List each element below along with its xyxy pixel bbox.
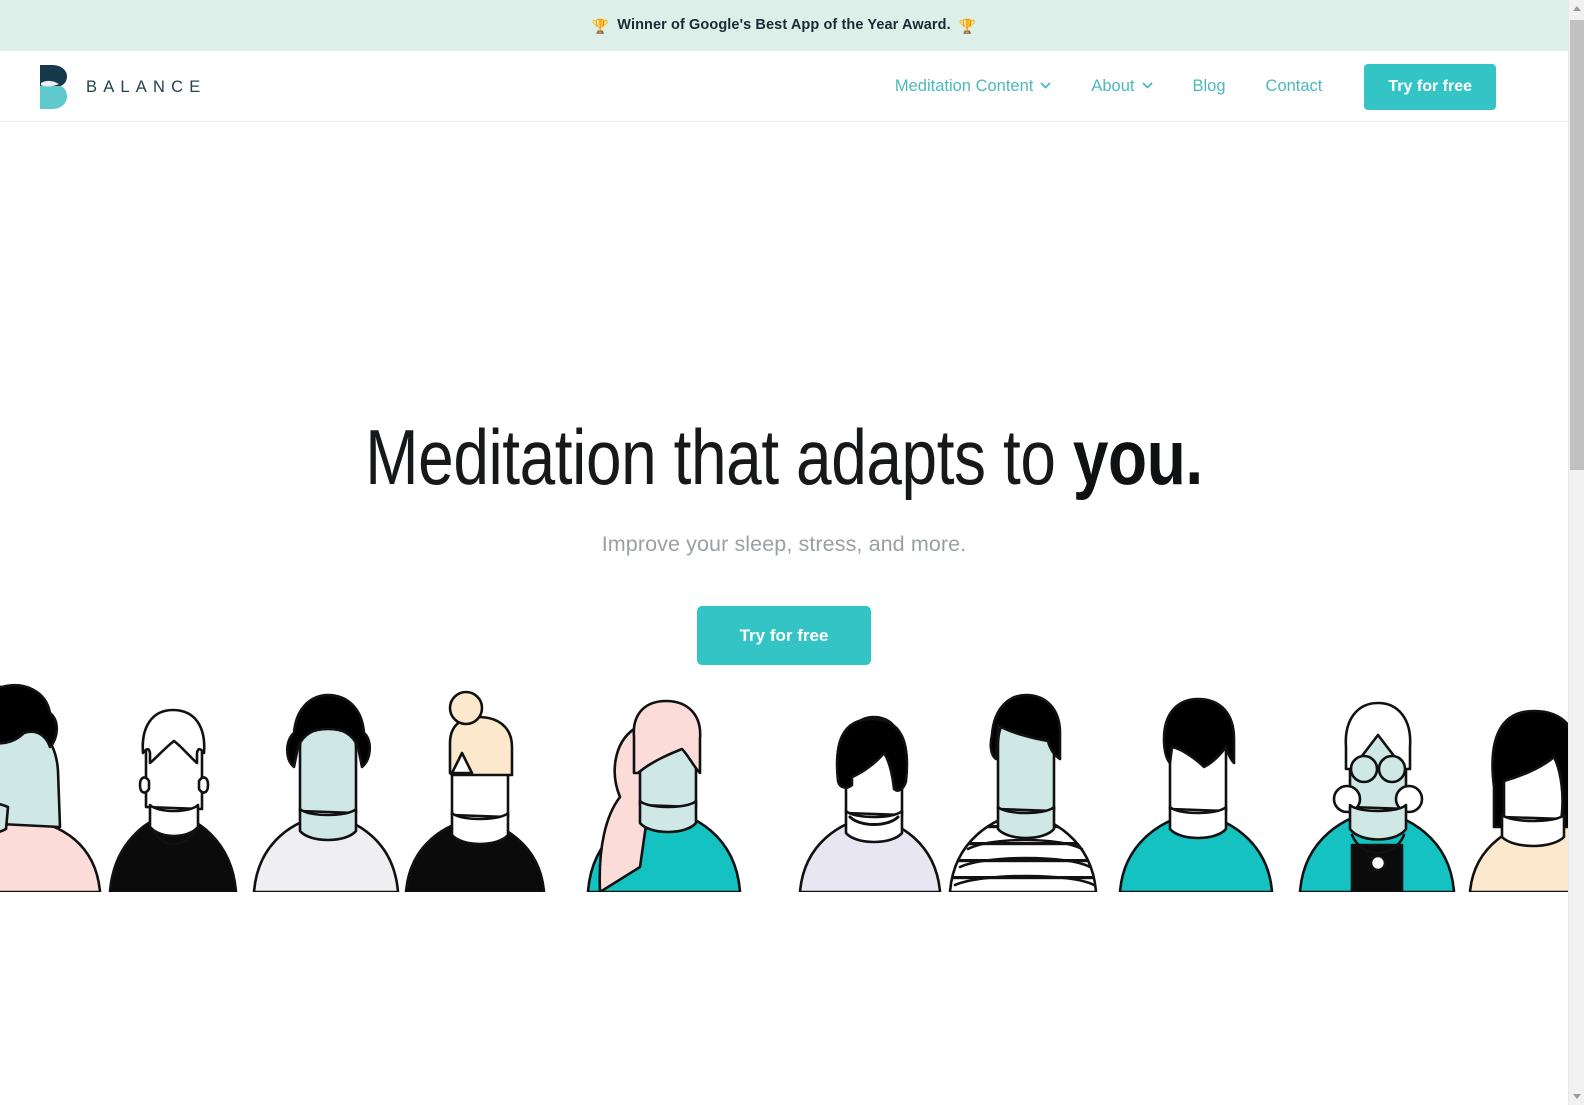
person-4 (404, 690, 546, 892)
scroll-down-arrow-icon[interactable] (1569, 1088, 1584, 1105)
hero-try-for-free-button[interactable]: Try for free (697, 606, 871, 665)
person-9 (1298, 701, 1456, 892)
browser-page: 🏆 Winner of Google's Best App of the Yea… (0, 0, 1584, 1105)
nav-item-meditation-content[interactable]: Meditation Content (875, 51, 1072, 122)
person-2 (108, 708, 238, 892)
announcement-banner-text: Winner of Google's Best App of the Year … (617, 17, 951, 34)
nav-item-label: About (1091, 77, 1135, 95)
logo[interactable]: BALANCE (38, 63, 206, 111)
hero-subtitle: Improve your sleep, stress, and more. (601, 532, 967, 556)
main-navigation: Meditation Content About Blog Contact Tr… (875, 51, 1496, 122)
hero-content: Meditation that adapts to you. Improve y… (0, 418, 1568, 665)
person-10 (1468, 709, 1568, 892)
chevron-down-icon (1040, 80, 1051, 91)
person-1 (0, 684, 102, 892)
person-7 (948, 693, 1098, 892)
hero-section: Meditation that adapts to you. Improve y… (0, 122, 1568, 892)
nav-item-contact[interactable]: Contact (1246, 51, 1343, 122)
hero-title-plain: Meditation that adapts to (365, 413, 1073, 501)
trophy-icon: 🏆 (591, 17, 610, 34)
nav-item-blog[interactable]: Blog (1173, 51, 1246, 122)
site-header: BALANCE Meditation Content About Blog Co… (0, 51, 1568, 122)
person-3 (252, 693, 400, 892)
nav-item-label: Contact (1265, 77, 1323, 95)
announcement-banner[interactable]: 🏆 Winner of Google's Best App of the Yea… (0, 0, 1568, 51)
hero-title-accent: you. (1072, 413, 1203, 501)
person-6 (798, 715, 942, 892)
nav-item-label: Blog (1192, 77, 1226, 95)
balance-b-logo-icon (38, 63, 68, 111)
hero-title: Meditation that adapts to you. (141, 418, 1427, 496)
nav-item-label: Meditation Content (894, 77, 1034, 95)
chevron-down-icon (1142, 80, 1153, 91)
person-8 (1118, 697, 1274, 892)
person-5 (586, 699, 742, 892)
nav-item-about[interactable]: About (1071, 51, 1172, 122)
page-viewport: 🏆 Winner of Google's Best App of the Yea… (0, 0, 1568, 1105)
header-try-for-free-button[interactable]: Try for free (1364, 63, 1496, 110)
page-scrollbar[interactable] (1568, 0, 1584, 1105)
trophy-icon: 🏆 (958, 17, 977, 34)
crowd-of-people-illustration (0, 677, 1568, 892)
logo-wordmark: BALANCE (86, 77, 207, 96)
scroll-up-arrow-icon[interactable] (1569, 0, 1584, 17)
scrollbar-thumb[interactable] (1570, 20, 1584, 470)
